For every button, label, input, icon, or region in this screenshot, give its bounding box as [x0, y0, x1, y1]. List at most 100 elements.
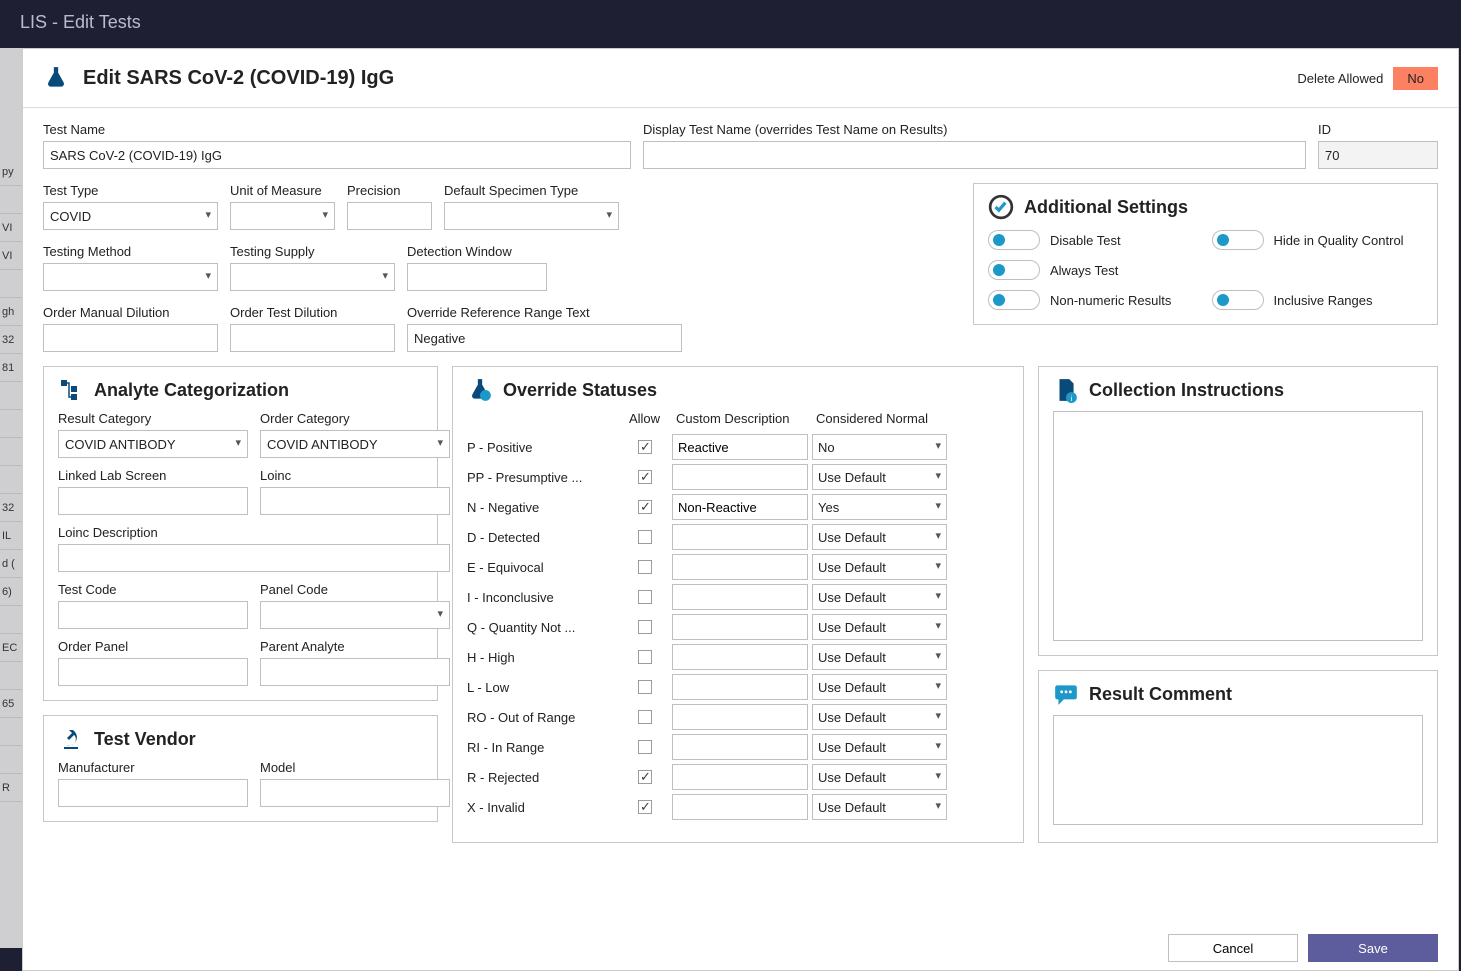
microscope-icon — [58, 726, 84, 752]
loinc-input[interactable] — [260, 487, 450, 515]
non-numeric-results-toggle[interactable] — [988, 290, 1040, 310]
override-considered-normal-select[interactable]: Use Default — [812, 524, 947, 550]
parent-analyte-input[interactable] — [260, 658, 450, 686]
override-allow-checkbox[interactable] — [638, 590, 652, 604]
override-considered-normal-select[interactable]: Use Default — [812, 764, 947, 790]
override-allow-checkbox[interactable] — [638, 680, 652, 694]
override-description-input[interactable] — [672, 674, 808, 700]
testing-supply-label: Testing Supply — [230, 244, 395, 259]
override-description-input[interactable] — [672, 614, 808, 640]
delete-allowed-value: No — [1393, 67, 1438, 90]
override-considered-normal-select[interactable]: Use Default — [812, 464, 947, 490]
display-test-name-label: Display Test Name (overrides Test Name o… — [643, 122, 1306, 137]
override-status-label: H - High — [467, 650, 617, 665]
result-category-label: Result Category — [58, 411, 248, 426]
window-title: LIS - Edit Tests — [0, 0, 1461, 48]
disable-test-toggle[interactable] — [988, 230, 1040, 250]
order-manual-dilution-input[interactable] — [43, 324, 218, 352]
override-considered-normal-select[interactable]: Use Default — [812, 734, 947, 760]
test-vendor-title: Test Vendor — [94, 729, 196, 750]
result-comment-textarea[interactable] — [1053, 715, 1423, 825]
model-input[interactable] — [260, 779, 450, 807]
disable-test-label: Disable Test — [1050, 233, 1121, 248]
manufacturer-input[interactable] — [58, 779, 248, 807]
override-reference-range-input[interactable] — [407, 324, 682, 352]
override-allow-checkbox[interactable] — [638, 710, 652, 724]
modal-footer: Cancel Save — [23, 926, 1458, 970]
override-considered-normal-select[interactable]: Use Default — [812, 674, 947, 700]
save-button[interactable]: Save — [1308, 934, 1438, 962]
override-considered-normal-select[interactable]: Use Default — [812, 614, 947, 640]
test-code-input[interactable] — [58, 601, 248, 629]
override-status-label: PP - Presumptive ... — [467, 470, 617, 485]
override-allow-checkbox[interactable] — [638, 530, 652, 544]
override-description-input[interactable] — [672, 464, 808, 490]
id-label: ID — [1318, 122, 1438, 137]
override-row: N - NegativeYes — [467, 492, 1009, 522]
override-considered-normal-select[interactable]: Use Default — [812, 704, 947, 730]
override-allow-checkbox[interactable] — [638, 800, 652, 814]
cancel-button[interactable]: Cancel — [1168, 934, 1298, 962]
override-considered-normal-select[interactable]: Use Default — [812, 584, 947, 610]
override-allow-checkbox[interactable] — [638, 440, 652, 454]
test-name-input[interactable] — [43, 141, 631, 169]
test-type-select[interactable] — [43, 202, 218, 230]
override-allow-checkbox[interactable] — [638, 770, 652, 784]
override-status-label: X - Invalid — [467, 800, 617, 815]
override-allow-checkbox[interactable] — [638, 620, 652, 634]
override-allow-checkbox[interactable] — [638, 500, 652, 514]
inclusive-ranges-toggle[interactable] — [1212, 290, 1264, 310]
override-header-desc: Custom Description — [672, 411, 812, 426]
order-panel-input[interactable] — [58, 658, 248, 686]
override-status-label: R - Rejected — [467, 770, 617, 785]
override-description-input[interactable] — [672, 794, 808, 820]
override-description-input[interactable] — [672, 494, 808, 520]
override-description-input[interactable] — [672, 524, 808, 550]
override-description-input[interactable] — [672, 584, 808, 610]
override-description-input[interactable] — [672, 434, 808, 460]
detection-window-input[interactable] — [407, 263, 547, 291]
order-test-dilution-input[interactable] — [230, 324, 395, 352]
precision-input[interactable] — [347, 202, 432, 230]
override-row: H - High Use Default — [467, 642, 1009, 672]
testing-supply-select[interactable] — [230, 263, 395, 291]
override-considered-normal-select[interactable]: Use Default — [812, 794, 947, 820]
order-category-select[interactable] — [260, 430, 450, 458]
id-input[interactable] — [1318, 141, 1438, 169]
override-allow-checkbox[interactable] — [638, 650, 652, 664]
override-description-input[interactable] — [672, 764, 808, 790]
override-description-input[interactable] — [672, 644, 808, 670]
override-considered-normal-select[interactable]: Use Default — [812, 554, 947, 580]
display-test-name-input[interactable] — [643, 141, 1306, 169]
override-considered-normal-select[interactable]: Use Default — [812, 644, 947, 670]
flask-icon — [41, 63, 71, 93]
loinc-description-input[interactable] — [58, 544, 450, 572]
override-considered-normal-select[interactable]: Yes — [812, 494, 947, 520]
override-statuses-title: Override Statuses — [503, 380, 657, 401]
override-description-input[interactable] — [672, 734, 808, 760]
collection-instructions-textarea[interactable] — [1053, 411, 1423, 641]
override-header-normal: Considered Normal — [812, 411, 947, 426]
override-allow-checkbox[interactable] — [638, 560, 652, 574]
hide-in-qc-toggle[interactable] — [1212, 230, 1264, 250]
linked-lab-screen-input[interactable] — [58, 487, 248, 515]
testing-method-select[interactable] — [43, 263, 218, 291]
result-category-select[interactable] — [58, 430, 248, 458]
override-allow-checkbox[interactable] — [638, 740, 652, 754]
unit-of-measure-select[interactable] — [230, 202, 335, 230]
checkmark-circle-icon — [988, 194, 1014, 220]
document-info-icon: i — [1053, 377, 1079, 403]
always-test-toggle[interactable] — [988, 260, 1040, 280]
panel-code-select[interactable] — [260, 601, 450, 629]
override-status-label: D - Detected — [467, 530, 617, 545]
override-header-allow: Allow — [617, 411, 672, 426]
default-specimen-type-select[interactable] — [444, 202, 619, 230]
override-description-input[interactable] — [672, 554, 808, 580]
override-allow-checkbox[interactable] — [638, 470, 652, 484]
override-row: Q - Quantity Not ...Use Default — [467, 612, 1009, 642]
override-row: E - EquivocalUse Default — [467, 552, 1009, 582]
parent-analyte-label: Parent Analyte — [260, 639, 450, 654]
order-test-dilution-label: Order Test Dilution — [230, 305, 395, 320]
override-description-input[interactable] — [672, 704, 808, 730]
override-considered-normal-select[interactable]: No — [812, 434, 947, 460]
